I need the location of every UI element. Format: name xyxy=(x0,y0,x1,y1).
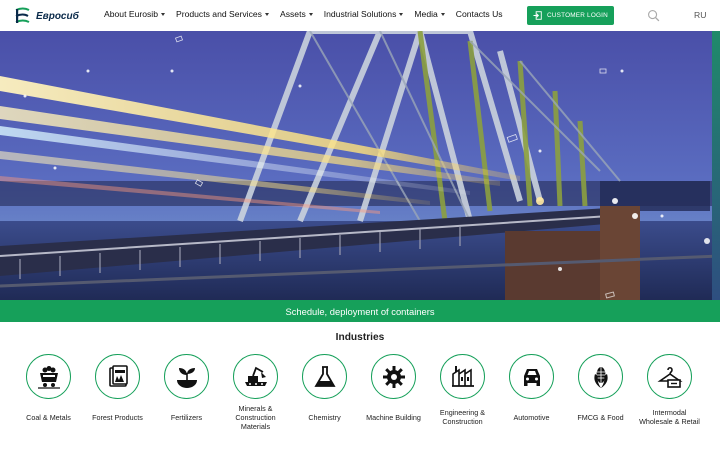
sprout-icon xyxy=(176,367,197,388)
industry-label: Chemistry xyxy=(308,412,341,422)
car-icon xyxy=(523,368,540,386)
industry-label: FMCG & Food xyxy=(577,412,624,422)
logo[interactable]: Евросиб xyxy=(13,5,79,27)
industry-engineering[interactable]: Engineering & Construction xyxy=(428,354,497,435)
industries-list: Coal & Metals Forest Products Fertilizer… xyxy=(14,354,714,444)
bridge-photo xyxy=(0,31,720,301)
industry-chemistry[interactable]: Chemistry xyxy=(290,354,359,435)
industry-label: Automotive xyxy=(513,412,550,422)
nav-item-about[interactable]: About Eurosib xyxy=(104,9,165,19)
industry-label: Minerals & Construction Materials xyxy=(235,403,276,431)
language-switch[interactable]: RU xyxy=(694,10,706,20)
industry-icon-circle xyxy=(95,354,140,399)
hero-image xyxy=(0,31,720,301)
industry-icon-circle xyxy=(509,354,554,399)
nav-label: About Eurosib xyxy=(104,9,158,19)
chevron-down-icon xyxy=(160,13,165,16)
industries-title: Industries xyxy=(335,332,385,343)
login-icon xyxy=(533,11,542,20)
industry-label: Coal & Metals xyxy=(26,412,71,422)
gear-icon xyxy=(382,365,405,388)
industry-forest-products[interactable]: Forest Products xyxy=(83,354,152,435)
industry-coal-metals[interactable]: Coal & Metals xyxy=(14,354,83,435)
nav-item-contacts[interactable]: Contacts Us xyxy=(456,9,503,19)
industry-icon-circle xyxy=(233,354,278,399)
hanger-icon xyxy=(656,366,683,388)
customer-login-button[interactable]: CUSTOMER LOGIN xyxy=(527,6,614,25)
industry-fmcg-food[interactable]: FMCG & Food xyxy=(566,354,635,435)
forest-products-icon xyxy=(108,364,128,387)
industry-icon-circle xyxy=(647,354,692,399)
industry-label: Machine Building xyxy=(366,412,421,422)
corn-icon xyxy=(593,366,608,388)
eurosib-logo-icon xyxy=(15,7,30,23)
chevron-down-icon xyxy=(399,13,404,16)
next-slide-peek[interactable] xyxy=(712,31,720,301)
nav-label: Industrial Solutions xyxy=(323,9,397,19)
industry-label: Forest Products xyxy=(92,412,143,422)
nav-label: Assets xyxy=(279,9,306,19)
industry-intermodal-retail[interactable]: Intermodal Wholesale & Retail xyxy=(635,354,704,435)
industry-icon-circle xyxy=(164,354,209,399)
industry-icon-circle xyxy=(440,354,485,399)
industry-label: Intermodal Wholesale & Retail xyxy=(639,408,700,426)
industry-icon-circle xyxy=(578,354,623,399)
containers-banner[interactable]: Schedule, deployment of containers xyxy=(0,300,720,322)
nav-item-assets[interactable]: Assets xyxy=(280,9,313,19)
industry-icon-circle xyxy=(371,354,416,399)
nav-item-products[interactable]: Products and Services xyxy=(176,9,269,19)
industry-automotive[interactable]: Automotive xyxy=(497,354,566,435)
search-icon[interactable] xyxy=(647,9,660,22)
chevron-down-icon xyxy=(264,13,269,16)
industry-fertilizers[interactable]: Fertilizers xyxy=(152,354,221,435)
coal-cart-icon xyxy=(37,365,60,389)
main-nav: About Eurosib Products and Services Asse… xyxy=(104,9,503,19)
chevron-down-icon xyxy=(308,13,313,16)
nav-label: Contacts Us xyxy=(455,9,503,19)
nav-item-industrial-solutions[interactable]: Industrial Solutions xyxy=(324,9,404,19)
nav-item-media[interactable]: Media xyxy=(414,9,445,19)
customer-login-label: CUSTOMER LOGIN xyxy=(547,12,608,19)
flask-icon xyxy=(313,365,336,387)
nav-label: Products and Services xyxy=(175,9,262,19)
industry-label: Engineering & Construction xyxy=(439,408,486,426)
nav-label: Media xyxy=(414,9,438,19)
banner-text: Schedule, deployment of containers xyxy=(285,305,435,317)
industry-label: Fertilizers xyxy=(170,412,203,422)
industry-icon-circle xyxy=(302,354,347,399)
chevron-down-icon xyxy=(440,13,445,16)
excavator-icon xyxy=(244,366,267,386)
industry-machine-building[interactable]: Machine Building xyxy=(359,354,428,435)
logo-text: Евросиб xyxy=(36,10,79,22)
factory-icon xyxy=(451,365,474,387)
site-header: Евросиб About Eurosib Products and Servi… xyxy=(0,0,720,31)
industry-icon-circle xyxy=(26,354,71,399)
industry-minerals[interactable]: Minerals & Construction Materials xyxy=(221,354,290,435)
